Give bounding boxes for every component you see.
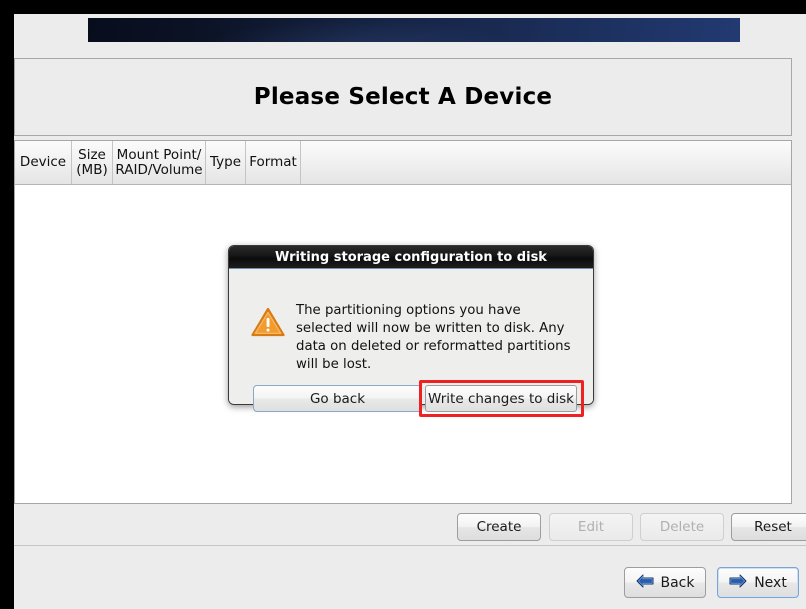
write-changes-to-disk-button[interactable]: Write changes to disk: [425, 385, 577, 412]
next-button-label: Next: [754, 574, 787, 591]
header-banner: [88, 18, 740, 42]
screen-root: Please Select A Device Device Size (MB) Mo…: [0, 0, 806, 609]
write-changes-dialog: Writing storage configuration to disk Th…: [228, 245, 594, 417]
next-button[interactable]: Next: [717, 567, 799, 598]
go-back-button[interactable]: Go back: [253, 385, 422, 412]
navigation-bar: Back Next: [14, 559, 806, 609]
table-action-bar: Create Edit Delete Reset: [14, 509, 806, 547]
footer-separator: [14, 545, 806, 546]
table-column-header-filler: [301, 141, 791, 184]
dialog-body: The partitioning options you have select…: [229, 269, 593, 417]
back-button-label: Back: [660, 574, 695, 591]
table-column-header-size-mb[interactable]: Size (MB): [72, 141, 113, 184]
dialog-title: Writing storage configuration to disk: [275, 249, 547, 265]
table-column-header-mount-point-raid-volume[interactable]: Mount Point/ RAID/Volume: [113, 141, 206, 184]
create-button[interactable]: Create: [457, 513, 541, 541]
delete-button: Delete: [640, 513, 724, 541]
dialog-message: The partitioning options you have select…: [296, 303, 571, 372]
title-panel: Please Select A Device: [14, 58, 792, 136]
reset-button[interactable]: Reset: [731, 513, 806, 541]
banner-sheen: [88, 18, 740, 42]
table-column-header-type[interactable]: Type: [206, 141, 246, 184]
arrow-right-icon: [729, 574, 747, 592]
page-title: Please Select A Device: [253, 84, 553, 110]
back-button[interactable]: Back: [624, 567, 706, 598]
table-column-header-device[interactable]: Device: [15, 141, 72, 184]
arrow-left-icon: [636, 574, 654, 592]
dialog-titlebar: Writing storage configuration to disk: [229, 246, 593, 269]
table-column-header-format[interactable]: Format: [246, 141, 301, 184]
table-header-row: Device Size (MB) Mount Point/ RAID/Volume T…: [15, 141, 791, 185]
edit-button: Edit: [549, 513, 633, 541]
warning-triangle-icon: [250, 306, 286, 338]
